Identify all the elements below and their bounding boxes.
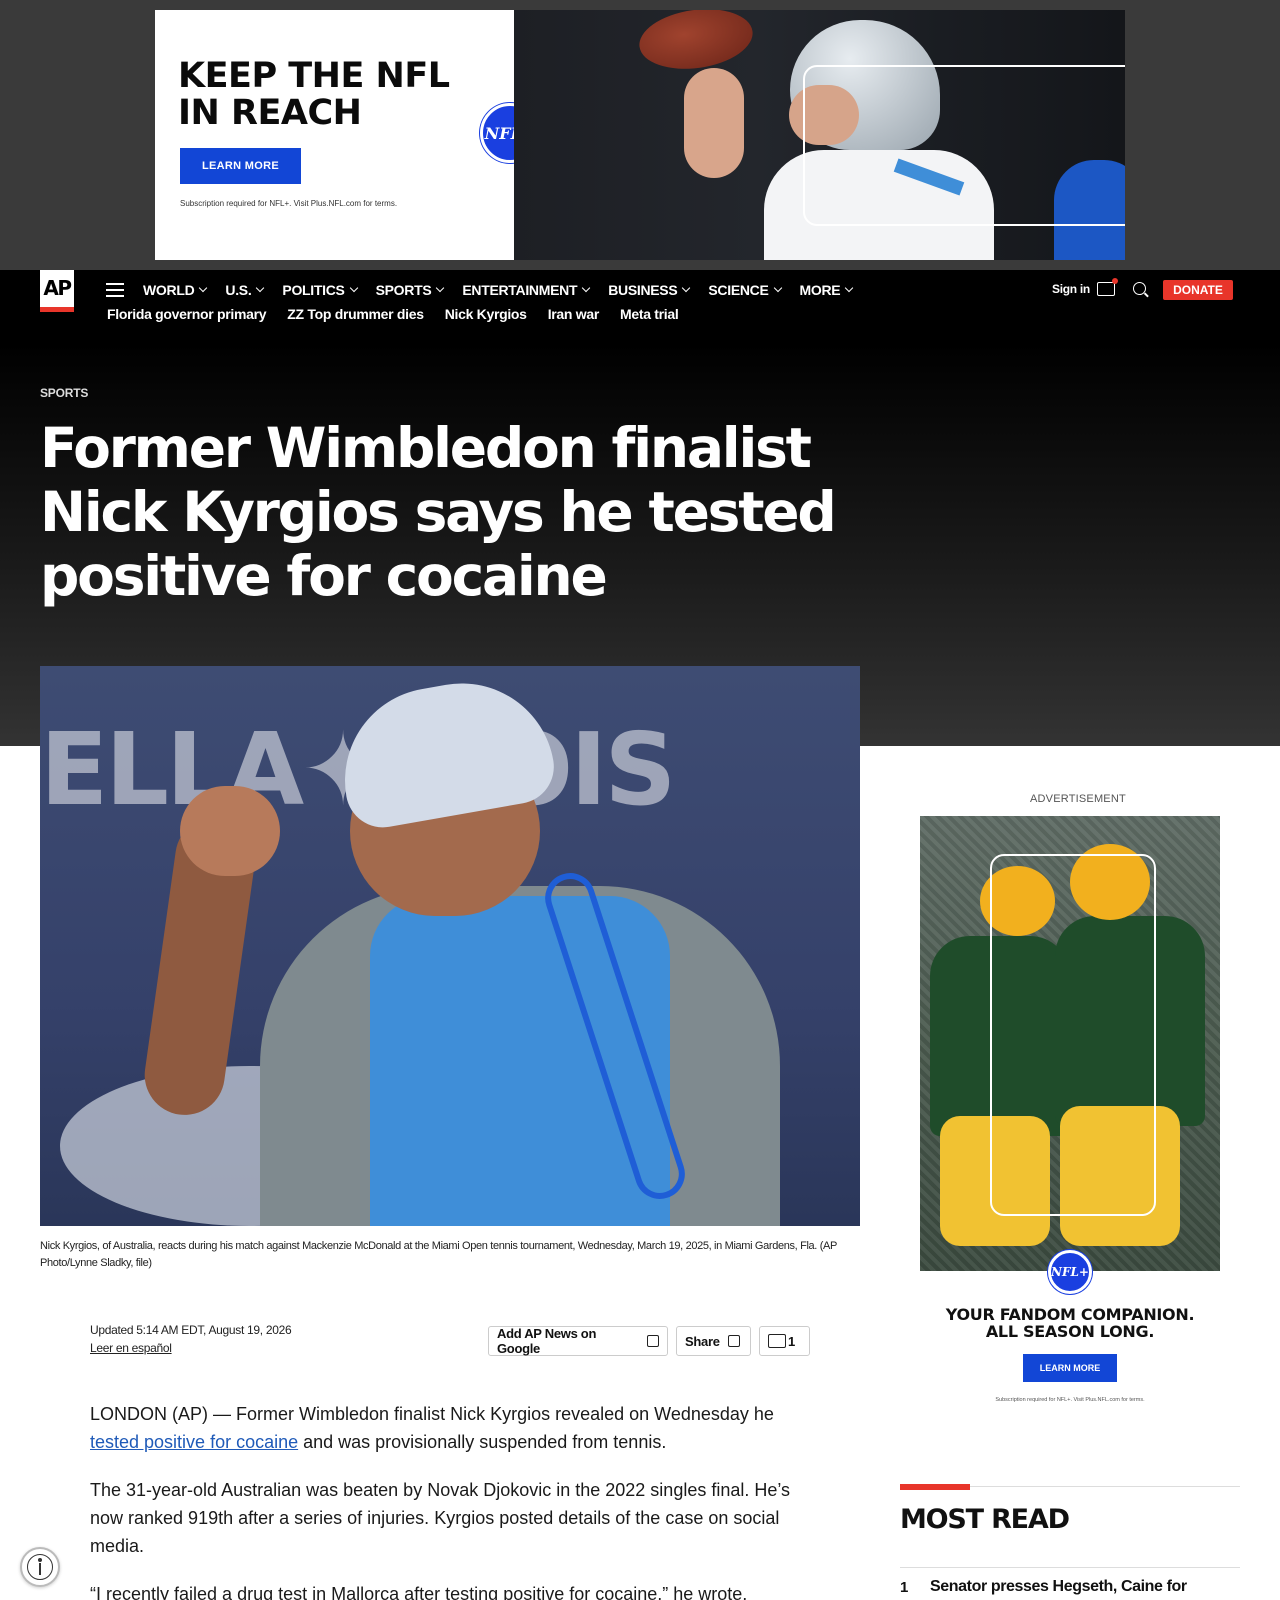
share-icon — [727, 1335, 740, 1347]
ad-frame-outline — [803, 65, 1125, 226]
sign-in-link[interactable]: Sign in — [1052, 282, 1090, 296]
trending-link[interactable]: Nick Kyrgios — [445, 306, 527, 322]
top-ad-learn-more-button[interactable]: LEARN MORE — [180, 148, 301, 184]
chevron-down-icon — [682, 283, 691, 293]
share-label: Share — [685, 1333, 720, 1349]
chevron-down-icon — [436, 283, 445, 293]
nav-label: MORE — [799, 282, 841, 298]
article-headline: Former Wimbledon finalist Nick Kyrgios s… — [40, 416, 837, 608]
chevron-down-icon — [773, 283, 782, 293]
nav-item-sports[interactable]: SPORTS — [375, 278, 445, 302]
top-ad-photo — [514, 10, 1125, 260]
nav-item-politics[interactable]: POLITICS — [282, 278, 358, 302]
main-nav: WORLD U.S. POLITICS SPORTS ENTERTAINMENT… — [143, 278, 871, 302]
cocaine-test-link[interactable]: tested positive for cocaine — [90, 1432, 298, 1452]
nav-item-entertainment[interactable]: ENTERTAINMENT — [462, 278, 591, 302]
paragraph-text: LONDON (AP) — Former Wimbledon finalist … — [90, 1404, 774, 1424]
trending-link[interactable]: ZZ Top drummer dies — [287, 306, 424, 322]
menu-icon[interactable] — [106, 283, 124, 297]
nav-item-us[interactable]: U.S. — [225, 278, 265, 302]
player-hand-image — [684, 68, 744, 178]
advertisement-label: ADVERTISEMENT — [1030, 793, 1126, 805]
photo-caption: Nick Kyrgios, of Australia, reacts durin… — [40, 1240, 837, 1269]
nav-label: SCIENCE — [708, 282, 769, 298]
most-read-item[interactable]: Senator presses Hegseth, Caine for — [930, 1577, 1230, 1597]
top-ad[interactable]: KEEP THE NFL IN REACH LEARN MORE Subscri… — [155, 10, 1125, 260]
section-link[interactable]: SPORTS — [40, 386, 88, 400]
paragraph-text: and was provisionally suspended from ten… — [298, 1432, 667, 1452]
add-icon — [647, 1335, 659, 1347]
sidebar-ad-photo — [920, 816, 1220, 1271]
comment-icon — [768, 1334, 786, 1348]
updated-timestamp: Updated 5:14 AM EDT, August 19, 2026 — [90, 1323, 292, 1337]
lead-photo[interactable]: ELLA✦A OIS — [40, 666, 860, 1226]
sidebar-ad-title-line: YOUR FANDOM COMPANION. — [945, 1305, 1195, 1324]
nav-label: SPORTS — [375, 282, 432, 298]
sidebar-ad-title-line: ALL SEASON LONG. — [985, 1322, 1155, 1341]
sidebar-ad-learn-more-button[interactable]: LEARN MORE — [1023, 1354, 1117, 1382]
donate-button[interactable]: DONATE — [1163, 280, 1233, 300]
top-ad-copy: KEEP THE NFL IN REACH LEARN MORE Subscri… — [155, 10, 514, 260]
top-ad-band: KEEP THE NFL IN REACH LEARN MORE Subscri… — [0, 0, 1280, 270]
nav-item-more[interactable]: MORE — [799, 278, 854, 302]
most-read-rule — [900, 1567, 1240, 1568]
nav-item-world[interactable]: WORLD — [143, 278, 208, 302]
nav-label: ENTERTAINMENT — [462, 282, 578, 298]
chevron-down-icon — [256, 283, 265, 293]
article-paragraph: The 31-year-old Australian was beaten by… — [90, 1480, 791, 1556]
search-icon[interactable] — [1133, 282, 1146, 295]
nav-label: POLITICS — [282, 282, 345, 298]
add-ap-google-button[interactable]: Add AP News on Google — [488, 1326, 668, 1356]
most-read-accent — [900, 1484, 970, 1490]
top-ad-fine-print: Subscription required for NFL+. Visit Pl… — [180, 199, 398, 208]
nav-item-science[interactable]: SCIENCE — [708, 278, 782, 302]
football-image — [635, 10, 757, 76]
share-button[interactable]: Share — [676, 1326, 751, 1356]
ap-logo-text: AP — [43, 276, 72, 300]
trending-links: Florida governor primary ZZ Top drummer … — [107, 306, 699, 322]
player-fist — [180, 786, 280, 876]
article-paragraph: LONDON (AP) — Former Wimbledon finalist … — [90, 1400, 810, 1456]
nav-label: U.S. — [225, 282, 252, 298]
chevron-down-icon — [349, 283, 358, 293]
nav-label: WORLD — [143, 282, 195, 298]
article-body: LONDON (AP) — Former Wimbledon finalist … — [90, 1400, 810, 1600]
chevron-down-icon — [845, 283, 854, 293]
chevron-down-icon — [199, 283, 208, 293]
sidebar-ad-fine-print: Subscription required for NFL+. Visit Pl… — [995, 1397, 1145, 1403]
ap-logo[interactable]: AP — [40, 270, 74, 312]
nav-item-business[interactable]: BUSINESS — [608, 278, 691, 302]
trending-link[interactable]: Meta trial — [620, 306, 679, 322]
chevron-down-icon — [581, 283, 591, 293]
nfl-plus-logo: NFL+ — [1048, 1250, 1092, 1294]
spanish-link[interactable]: Leer en español — [90, 1341, 172, 1355]
trending-link[interactable]: Iran war — [548, 306, 600, 322]
top-ad-headline: KEEP THE NFL IN REACH — [178, 56, 450, 133]
trending-link[interactable]: Florida governor primary — [107, 306, 267, 322]
nav-label: BUSINESS — [608, 282, 678, 298]
site-header: AP WORLD U.S. POLITICS SPORTS ENTERTAINM… — [0, 270, 1280, 344]
most-read-heading: MOST READ — [900, 1504, 1070, 1535]
article-paragraph: “I recently failed a drug test in Mallor… — [90, 1584, 748, 1600]
ad-frame-outline — [990, 854, 1156, 1216]
comment-count: 1 — [788, 1333, 795, 1349]
comments-button[interactable]: 1 — [759, 1326, 810, 1356]
most-read-rank: 1 — [900, 1579, 909, 1596]
accessibility-icon — [27, 1554, 53, 1580]
accessibility-button[interactable] — [20, 1547, 60, 1587]
chat-icon[interactable] — [1097, 278, 1118, 296]
sidebar-ad-title: YOUR FANDOM COMPANION. ALL SEASON LONG. — [920, 1306, 1220, 1340]
add-google-label: Add AP News on Google — [497, 1326, 597, 1356]
